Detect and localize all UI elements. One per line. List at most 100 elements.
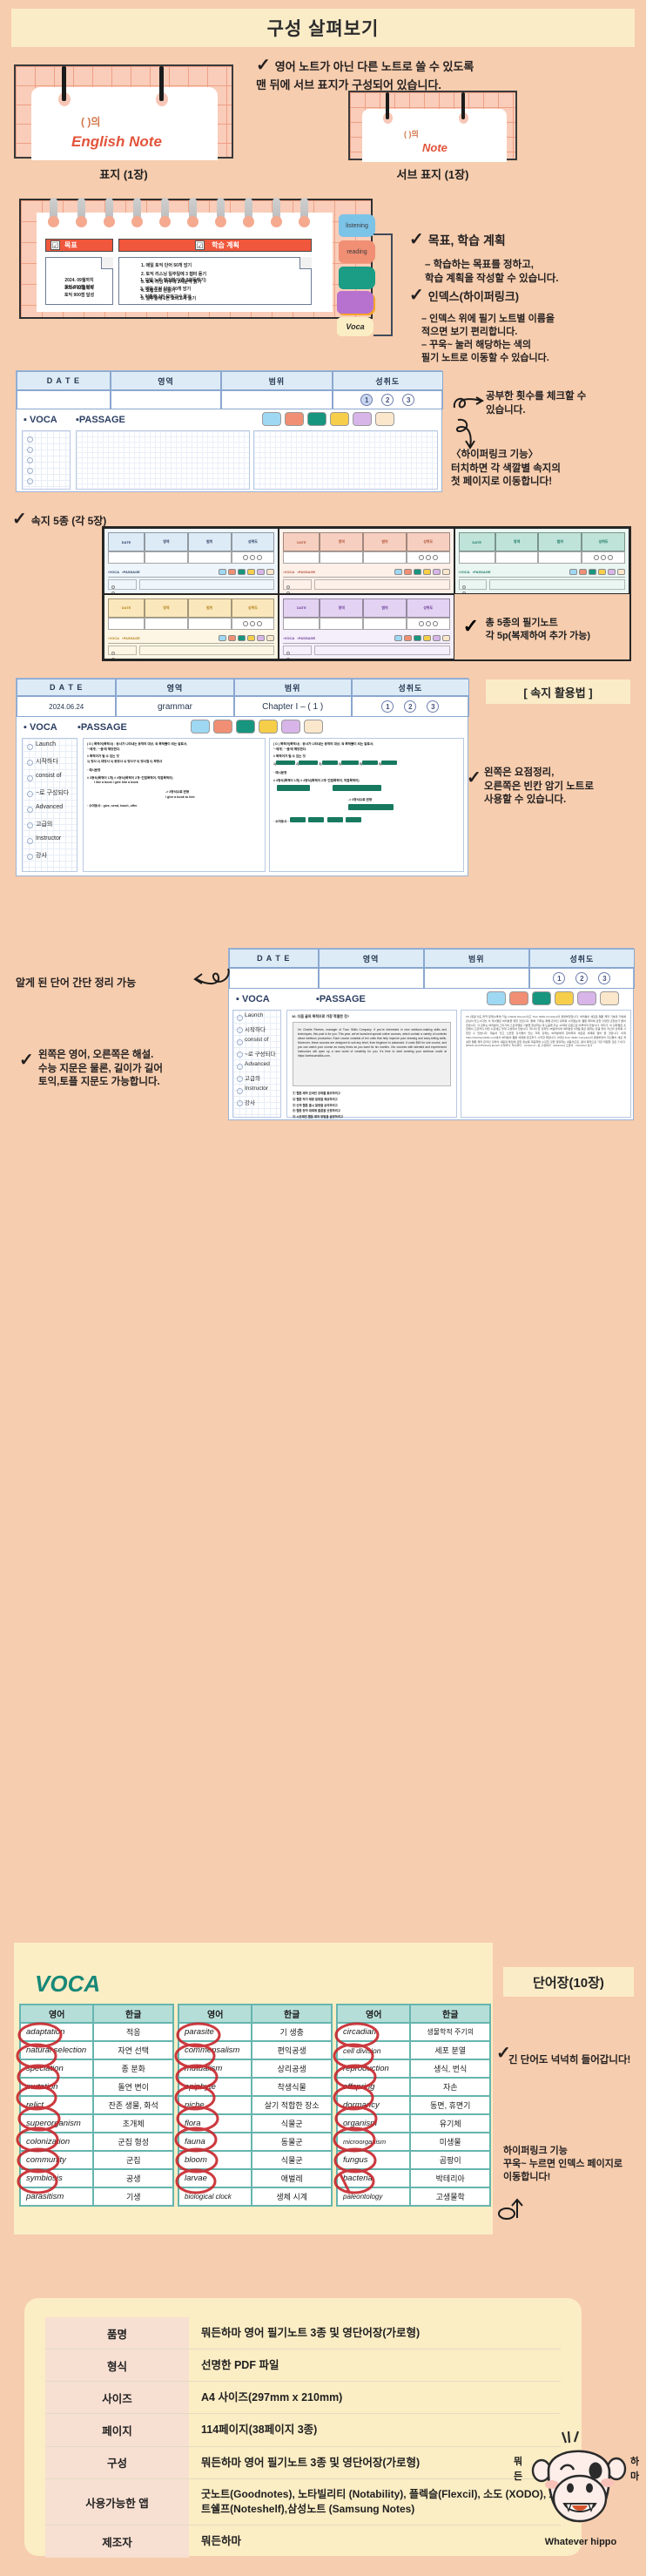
index-tab-listening[interactable]: listening xyxy=(339,214,375,237)
voca-word-en: dormancy xyxy=(337,2096,411,2114)
col-header-area: 영역 xyxy=(116,679,234,696)
note-variant-teal[interactable]: DATE 영역 범위 성취도 ▪VOCA ▪PASSAGE xyxy=(454,528,629,594)
swatch-teal[interactable] xyxy=(307,412,326,426)
voca-word-en: natural selection xyxy=(20,2041,94,2059)
voca-column[interactable] xyxy=(22,430,71,490)
voca-label: ▪ VOCA xyxy=(236,994,270,1004)
voca-word-ko: 곰팡이 xyxy=(410,2151,490,2169)
swatch-teal[interactable] xyxy=(532,991,551,1005)
hyperlink-swatches[interactable] xyxy=(191,720,323,734)
main-cover-caption: 표지 (1장) xyxy=(99,168,148,181)
voca-word-en: fauna xyxy=(178,2133,252,2151)
passage-area-right[interactable] xyxy=(253,430,438,490)
passage-label: ▪PASSAGE xyxy=(77,722,127,733)
passage-area-left[interactable] xyxy=(76,430,250,490)
achievement-circle-3[interactable]: 3 xyxy=(598,972,611,984)
achievement-circle-2[interactable]: 2 xyxy=(404,700,417,713)
usage-blank-right[interactable]: ( D ) 목적어(목적사) : 동사가 나타내는 동작의 대상, 즉 목적물이… xyxy=(269,738,464,872)
hyperlink-swatches[interactable] xyxy=(487,991,619,1005)
main-cover-preview: ( )의 English Note xyxy=(14,64,233,160)
check-icon: ✓ xyxy=(19,1051,34,1070)
swatch-coral[interactable] xyxy=(213,720,232,734)
swatch-coral[interactable] xyxy=(285,412,304,426)
swatch-purple[interactable] xyxy=(353,412,372,426)
voca-word-en: flora xyxy=(178,2114,252,2133)
voca-word-en: adaptation xyxy=(20,2023,94,2041)
achievement-circle-3[interactable]: 3 xyxy=(427,700,440,713)
note-variant-yellow[interactable]: DATE 영역 범위 성취도 ▪VOCA ▪PASSAGE xyxy=(104,593,279,659)
index-tab-5[interactable] xyxy=(337,291,373,314)
cell-area[interactable] xyxy=(110,390,222,409)
voca-word-0: Launch xyxy=(245,1012,264,1018)
words-note-text: 알게 된 단어 간단 정리 가능 xyxy=(16,977,137,989)
cell-achievement[interactable]: 1 2 3 xyxy=(332,390,443,409)
achievement-circle-1[interactable]: 1 xyxy=(553,972,566,984)
hyperlink-swatches[interactable] xyxy=(262,412,394,426)
swatch-blue[interactable] xyxy=(262,412,281,426)
passage-body-text: I'm Charlie Reeves, manager of Toon Skil… xyxy=(298,1028,447,1058)
index-tab-reading[interactable]: reading xyxy=(339,240,375,263)
voca-word-2: consist of xyxy=(245,1037,269,1043)
passage-translation-area[interactable]: 16. [윗글 의도 파악 문제] [해석] 저는 Charlie Reeves… xyxy=(461,1010,631,1118)
goal-checkbox-icon: ☑ xyxy=(50,240,60,250)
swatch-cream[interactable] xyxy=(600,991,619,1005)
achievement-circle-2[interactable]: 2 xyxy=(381,394,394,406)
cell-area-value[interactable]: grammar xyxy=(116,696,234,717)
achievement-circle-1[interactable]: 1 xyxy=(360,394,373,406)
swatch-cream[interactable] xyxy=(375,412,394,426)
passage-body-box: I'm Charlie Reeves, manager of Toon Skil… xyxy=(293,1022,451,1086)
swatch-blue[interactable] xyxy=(487,991,506,1005)
spec-key: 구성 xyxy=(45,2446,189,2478)
voca-col-header-ko: 한글 xyxy=(252,2005,332,2023)
passage-sheet-preview: D A T E 영역 범위 성취도 1 2 3 ▪ VOCA ▪PASSAGE … xyxy=(228,948,635,1120)
cell-date-value[interactable]: 2024.06.24 xyxy=(17,696,117,717)
achievement-circle-3[interactable]: 3 xyxy=(402,394,415,406)
goal-tab[interactable]: ☑ 목표 xyxy=(45,239,113,252)
swatch-blue[interactable] xyxy=(191,720,210,734)
note-variant-coral[interactable]: DATE 영역 범위 성취도 ▪VOCA ▪PASSAGE xyxy=(279,528,454,594)
cell-date[interactable] xyxy=(17,390,111,409)
achievement-circle-1[interactable]: 1 xyxy=(381,700,394,713)
col-header-area: 영역 xyxy=(318,949,424,968)
cell-date[interactable] xyxy=(229,968,319,989)
achievement-circle-2[interactable]: 2 xyxy=(575,972,589,984)
swatch-yellow[interactable] xyxy=(259,720,278,734)
index-tab-3[interactable] xyxy=(339,267,375,289)
usage-voca-column[interactable]: Launch 시작하다 consist of ~로 구성되다 Advanced … xyxy=(22,738,77,872)
col-header-date: D A T E xyxy=(229,949,319,968)
cell-achievement-value[interactable]: 1 2 3 xyxy=(351,696,469,717)
swatch-cream[interactable] xyxy=(304,720,323,734)
note-variant-blue[interactable]: DATE 영역 범위 성취도 ▪VOCA ▪PASSAGE xyxy=(104,528,279,594)
cell-area[interactable] xyxy=(318,968,424,989)
hyperlink-note-text: 〈하이퍼링크 기능〉 터치하면 각 색깔별 속지의 첫 페이지로 이동합니다! xyxy=(451,450,561,488)
cell-range-value[interactable]: Chapter I – ( 1 ) xyxy=(233,696,352,717)
check-icon: ✓ xyxy=(467,768,481,788)
note-variant-purple[interactable]: DATE 영역 범위 성취도 ▪VOCA ▪PASSAGE xyxy=(279,593,454,659)
cell-range[interactable] xyxy=(423,968,529,989)
voca-word-ko: 고생물학 xyxy=(410,2187,490,2206)
voca-word-ko: 박테리아 xyxy=(410,2169,490,2187)
swatch-yellow[interactable] xyxy=(555,991,574,1005)
goal-note-body: – 학습하는 목표를 정하고, 학습 계획을 작성할 수 있습니다. xyxy=(425,260,559,284)
swatch-teal[interactable] xyxy=(236,720,255,734)
cell-achievement[interactable]: 1 2 3 xyxy=(528,968,635,989)
cell-range[interactable] xyxy=(221,390,333,409)
voca-word-ko: 잔존 생물, 화석 xyxy=(93,2096,173,2114)
swatch-purple[interactable] xyxy=(577,991,596,1005)
swatch-coral[interactable] xyxy=(509,991,528,1005)
usage-summary-left[interactable]: ( D ) 목적어(목적사) : 동사가 나타내는 동작의 대상, 즉 목적물이… xyxy=(83,738,266,872)
count-note: 공부한 횟수를 체크할 수 있습니다. xyxy=(486,390,643,417)
spec-row: 형식 선명한 PDF 파일 xyxy=(45,2349,561,2382)
plan-tab[interactable]: ☑ 학습 계획 xyxy=(118,239,312,252)
voca-word-3: ~로 구성되다 xyxy=(36,790,70,796)
voca-word-en: relict xyxy=(20,2096,94,2114)
voca-word-en: offspring xyxy=(337,2078,411,2096)
swatch-yellow[interactable] xyxy=(330,412,349,426)
voca-col-header-en: 영어 xyxy=(337,2005,411,2023)
sub-cover-title-text: Note xyxy=(422,141,447,154)
passage-english-area[interactable]: 16. 다음 글의 목적으로 가장 적절한 것? I'm Charlie Ree… xyxy=(286,1010,457,1119)
voca-word-en: microorganism xyxy=(337,2133,411,2151)
index-tab-voca[interactable]: Voca xyxy=(337,317,373,336)
swatch-purple[interactable] xyxy=(281,720,300,734)
passage-voca-column[interactable]: Launch 시작하다 consist of ~로 구성되다 Advanced … xyxy=(232,1010,281,1118)
